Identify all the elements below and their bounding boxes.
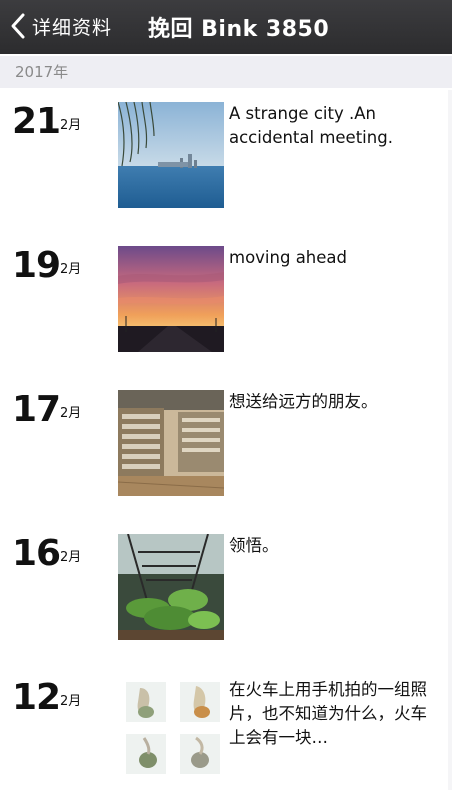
post-text: A strange city .An accidental meeting.: [229, 104, 393, 147]
moment-item[interactable]: 21 2月 A strange city .An accidental meet…: [0, 102, 452, 222]
photo-tile: [180, 734, 220, 774]
post-text: 想送给远方的朋友。: [229, 392, 378, 411]
moment-item[interactable]: 19 2月 moving ahead: [0, 246, 452, 366]
moment-item[interactable]: 12 2月 在火车上用手机拍的一组照片，也不知道为什么，火车上会有一块…: [0, 678, 452, 798]
post-thumbnail[interactable]: [118, 102, 224, 208]
back-button[interactable]: 详细资料: [8, 11, 112, 41]
lake-skyline-photo: [118, 102, 224, 208]
bookstore-photo: [118, 390, 224, 496]
post-month: 2月: [60, 694, 82, 709]
post-thumbnail[interactable]: [118, 246, 224, 352]
post-day: 12: [12, 677, 61, 718]
post-day: 19: [12, 245, 61, 286]
post-month: 2月: [60, 118, 82, 133]
photo-tile: [180, 682, 220, 722]
post-day: 21: [12, 101, 61, 142]
post-month: 2月: [60, 406, 82, 421]
navigation-bar: 详细资料 挽回 Bink 3850: [0, 0, 452, 54]
scrollbar[interactable]: [448, 90, 452, 790]
post-thumbnail[interactable]: [118, 534, 224, 640]
plant-stairs-photo: [118, 534, 224, 640]
moment-item[interactable]: 17 2月 想送给远方的朋友。: [0, 390, 452, 510]
post-text: 领悟。: [229, 536, 279, 555]
moment-item[interactable]: 16 2月 领悟。: [0, 534, 452, 654]
post-thumbnail[interactable]: [118, 678, 224, 784]
page-title: 挽回 Bink 3850: [148, 17, 330, 42]
chevron-left-icon: [11, 13, 25, 39]
year-label: 2017年: [15, 63, 69, 81]
back-label: 详细资料: [32, 16, 113, 39]
post-text: 在火车上用手机拍的一组照片，也不知道为什么，火车上会有一块…: [229, 680, 427, 747]
photo-tile: [126, 682, 166, 722]
post-day: 17: [12, 389, 61, 430]
photo-tile: [126, 734, 166, 774]
year-header: 2017年: [0, 56, 452, 88]
post-month: 2月: [60, 550, 82, 565]
post-text: moving ahead: [229, 248, 347, 267]
post-thumbnail[interactable]: [118, 390, 224, 496]
post-day: 16: [12, 533, 61, 574]
post-month: 2月: [60, 262, 82, 277]
sunset-road-photo: [118, 246, 224, 352]
